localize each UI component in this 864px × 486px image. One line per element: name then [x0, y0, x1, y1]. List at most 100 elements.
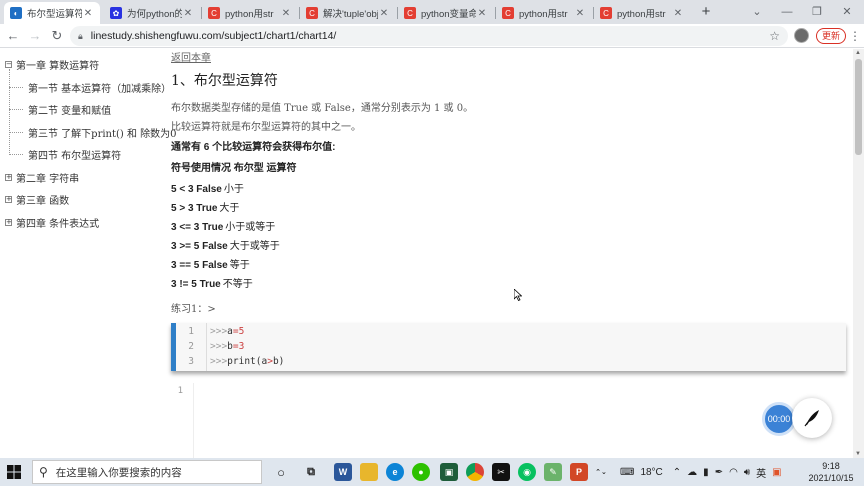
browser-tab[interactable]: Cpython用str ✕	[202, 2, 298, 24]
chapter-item[interactable]: + 第四章 条件表达式	[5, 215, 99, 230]
comparison-meaning: 大于或等于	[229, 241, 280, 252]
tab-close-icon[interactable]: ✕	[182, 8, 194, 19]
wechat-icon[interactable]: ●	[412, 463, 430, 481]
browser-tab[interactable]: Cpython变量命 ✕	[398, 2, 494, 24]
tab-close-icon[interactable]: ✕	[672, 8, 684, 19]
file-explorer-icon[interactable]	[360, 463, 378, 481]
code-prompt: >>>	[210, 341, 228, 352]
code-editor[interactable]: 1 >>>a=5 2 >>>b=3 3 >>>print(a>b)	[171, 323, 846, 371]
section-item[interactable]: 第二节 变量和赋值	[28, 102, 111, 117]
taskbar-overflow-icon[interactable]: ⌃⌄	[595, 463, 607, 481]
comparison-expression: 3 != 5 True	[171, 279, 221, 290]
pycharm-icon[interactable]: ▣	[440, 463, 458, 481]
expand-icon[interactable]: +	[5, 196, 12, 203]
volume-icon[interactable]: 🔊︎	[744, 467, 750, 478]
browser-tab[interactable]: ◐ 布尔型运算符 ✕	[4, 2, 100, 24]
chapter-item[interactable]: + 第三章 函数	[5, 192, 69, 207]
cloud-icon[interactable]: ☁	[687, 467, 697, 478]
taskbar-clock[interactable]: 9:18 2021/10/15	[806, 460, 856, 484]
code-content: a=5	[227, 326, 245, 337]
line-number: 3	[188, 356, 194, 367]
tab-separator	[495, 7, 496, 19]
tab-separator	[299, 7, 300, 19]
chrome-icon[interactable]	[466, 463, 484, 481]
code-line[interactable]: 2 >>>b=3	[176, 339, 846, 354]
tab-close-icon[interactable]: ✕	[378, 8, 390, 19]
arrow-right-icon: →	[28, 28, 42, 43]
address-bar[interactable]: 🔒︎ linestudy.shishengfuwu.com/subject1/c…	[70, 26, 788, 46]
browser-menu-button[interactable]: ⋮	[848, 27, 862, 45]
tab-close-icon[interactable]: ✕	[476, 8, 488, 19]
update-button[interactable]: 更新	[816, 28, 846, 44]
capcut-icon[interactable]: ✂	[492, 463, 510, 481]
task-view-icon[interactable]: ⧉	[302, 463, 320, 481]
edge-icon[interactable]: e	[386, 463, 404, 481]
code-line[interactable]: 1 >>>a=5	[176, 324, 846, 339]
output-gutter	[193, 383, 194, 458]
section-item[interactable]: 第四节 布尔型运算符	[28, 147, 121, 162]
word-icon[interactable]: W	[334, 463, 352, 481]
new-tab-button[interactable]: +	[697, 3, 715, 21]
close-window-button[interactable]: ✕	[832, 2, 862, 22]
minimize-button[interactable]: —	[772, 2, 802, 22]
pen-icon[interactable]: ✒	[715, 467, 723, 478]
notification-app-icon[interactable]: ▣	[772, 467, 781, 478]
bookmark-star-icon[interactable]: ☆	[769, 29, 780, 43]
scroll-down-icon[interactable]: ▼	[855, 451, 861, 457]
code-text: >>>a=5	[200, 326, 244, 337]
clock-date: 2021/10/15	[808, 473, 854, 483]
tree-branch-line	[9, 154, 23, 155]
mouse-cursor-icon	[514, 289, 522, 301]
profile-avatar[interactable]	[794, 28, 809, 43]
wifi-icon[interactable]: ◠	[729, 467, 738, 478]
browser-tab[interactable]: Cpython用str ✕	[496, 2, 592, 24]
expand-icon[interactable]: +	[5, 218, 12, 226]
code-text: >>>print(a>b)	[200, 356, 284, 367]
reload-button[interactable]: ↻	[48, 27, 66, 45]
tab-close-icon[interactable]: ✕	[280, 8, 292, 19]
tab-close-icon[interactable]: ✕	[82, 8, 94, 19]
section-item[interactable]: 第三节 了解下print() 和 除数为0	[28, 125, 177, 140]
browser-tab[interactable]: C 解决'tuple'obj ✕	[300, 2, 396, 24]
powerpoint-icon[interactable]: P	[570, 463, 588, 481]
browser-tab[interactable]: ✿ 为何python的 ✕	[104, 2, 200, 24]
web-page: − 第一章 算数运算符第一节 基本运算符（加减乘除） 第二节 变量和赋值第三节 了解…	[0, 49, 853, 458]
battery-icon[interactable]: ▮	[703, 467, 709, 478]
timer-button[interactable]: 00:00	[762, 402, 796, 436]
site-favicon: ◐	[10, 7, 22, 19]
back-button[interactable]: ←	[4, 27, 22, 45]
chapter-item[interactable]: + 第二章 字符串	[5, 170, 79, 185]
forward-button[interactable]: →	[26, 27, 44, 45]
page-title: 1、布尔型运算符	[171, 73, 278, 89]
tab-search-button[interactable]: ⌄	[742, 2, 772, 22]
cortana-icon[interactable]: ○	[272, 463, 290, 481]
code-prompt: >>>	[210, 326, 228, 337]
code-line[interactable]: 3 >>>print(a>b)	[176, 354, 846, 369]
comparison-meaning: 大于	[219, 203, 240, 214]
restore-button[interactable]: ❐	[802, 2, 832, 22]
scroll-up-icon[interactable]: ▲	[855, 50, 861, 56]
show-hidden-icons-icon[interactable]: ⌃	[673, 467, 681, 478]
taskbar-search-box[interactable]: ⚲ 在这里输入你要搜索的内容	[32, 460, 262, 484]
comparison-expression: 5 < 3 False	[171, 184, 222, 195]
page-scrollbar[interactable]: ▲ ▼	[853, 49, 864, 458]
scrollbar-thumb[interactable]	[855, 59, 862, 155]
browser-tab[interactable]: Cpython用str ✕	[594, 2, 690, 24]
temperature-text[interactable]: 18°C	[640, 467, 662, 478]
tab-close-icon[interactable]: ✕	[574, 8, 586, 19]
collapse-icon[interactable]: −	[5, 61, 12, 68]
notepad-app-icon[interactable]: ✎	[544, 463, 562, 481]
code-content: print(a>b)	[227, 356, 285, 367]
keyboard-icon[interactable]: ⌨	[620, 467, 634, 478]
windows-start-icon[interactable]	[6, 464, 22, 480]
browser-toolbar: ← → ↻ 🔒︎ linestudy.shishengfuwu.com/subj…	[0, 24, 864, 48]
chapter-item[interactable]: − 第一章 算数运算符	[5, 57, 99, 72]
expand-icon[interactable]: +	[5, 173, 12, 181]
ime-indicator[interactable]: 英	[756, 465, 766, 480]
quill-pen-icon	[804, 410, 819, 427]
messaging-app-icon[interactable]: ◉	[518, 463, 536, 481]
quill-pen-button[interactable]	[792, 398, 832, 438]
arrow-left-icon: ←	[6, 28, 20, 43]
back-to-chapter-link[interactable]: 返回本章	[171, 49, 211, 64]
section-item[interactable]: 第一节 基本运算符（加减乘除）	[28, 80, 171, 95]
